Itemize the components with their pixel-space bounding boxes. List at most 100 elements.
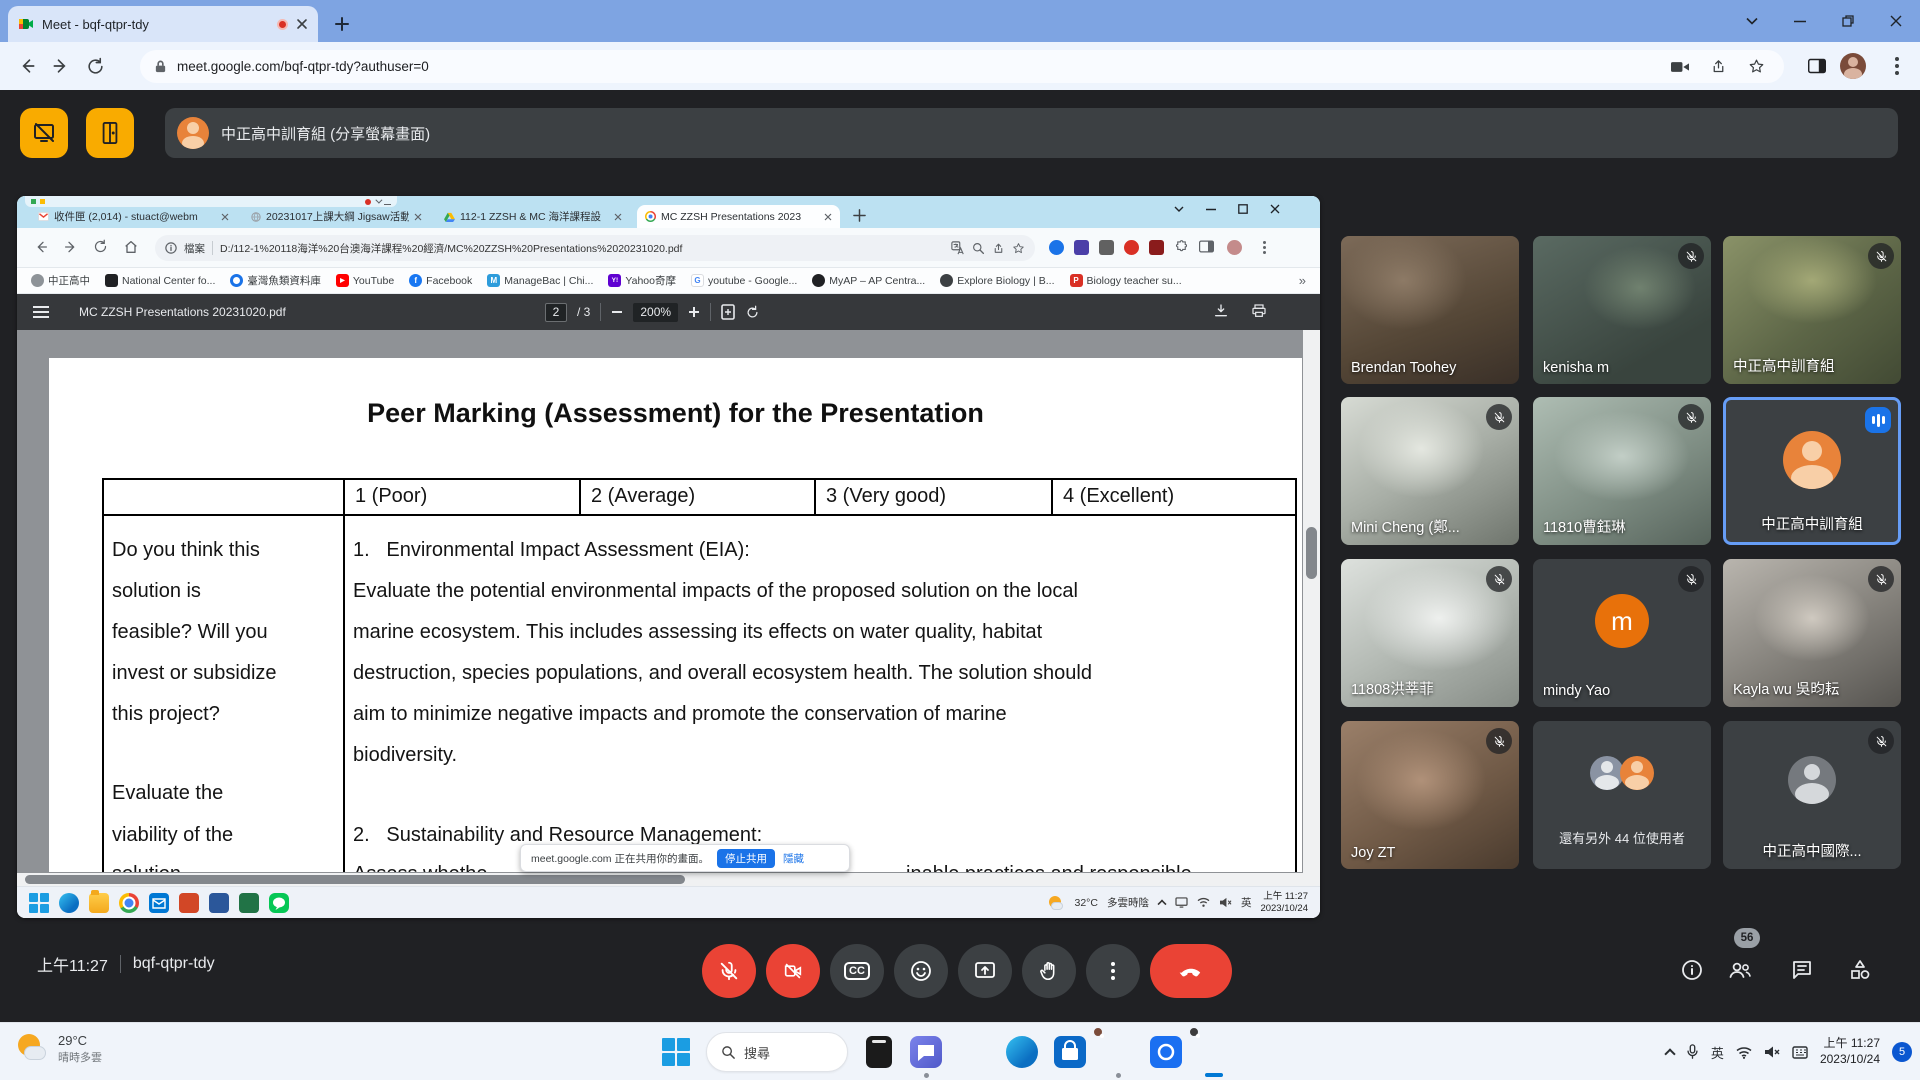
inner-home-button[interactable] [123, 239, 141, 257]
bookmark-item[interactable]: PBiology teacher su... [1070, 274, 1182, 287]
extension-icon[interactable] [1099, 240, 1114, 255]
participant-tile[interactable]: kenisha m [1533, 236, 1711, 384]
taskbar-phone-icon[interactable] [866, 1036, 892, 1068]
meeting-details-button[interactable] [1678, 956, 1706, 984]
browser-menu-icon[interactable] [1880, 49, 1914, 83]
present-button[interactable] [958, 944, 1012, 998]
chat-button[interactable] [1788, 956, 1816, 984]
share-icon[interactable] [1704, 53, 1732, 81]
bookmarks-overflow-chevron[interactable]: » [1299, 273, 1306, 288]
inner-tab-drive[interactable]: 112-1 ZZSH & MC 海洋課程設 [436, 205, 630, 228]
activities-button[interactable] [1846, 956, 1874, 984]
more-participants-tile[interactable]: 還有另外 44 位使用者 [1533, 721, 1711, 869]
camera-toggle-button[interactable] [766, 944, 820, 998]
taskbar-chat-icon[interactable] [910, 1036, 942, 1068]
address-bar[interactable]: meet.google.com/bqf-qtpr-tdy?authuser=0 [140, 50, 1784, 83]
inner-browser-menu-icon[interactable] [1257, 240, 1272, 255]
taskbar-edge-icon[interactable] [1006, 1036, 1038, 1068]
forward-button[interactable] [44, 49, 78, 83]
download-icon[interactable] [1213, 303, 1229, 319]
inner-mail-icon[interactable] [149, 893, 169, 913]
wifi-icon[interactable] [1736, 1046, 1752, 1059]
stop-sharing-button[interactable]: 停止共用 [717, 849, 775, 868]
participant-tile[interactable]: Mini Cheng (鄭... [1341, 397, 1519, 545]
volume-muted-icon[interactable] [1764, 1045, 1780, 1059]
rotate-icon[interactable] [745, 305, 760, 320]
inner-profile-avatar[interactable] [1227, 240, 1242, 255]
fit-page-icon[interactable] [721, 304, 735, 320]
browser-tab-meet[interactable]: Meet - bqf-qtpr-tdy [8, 6, 318, 42]
window-restore-button[interactable] [1824, 0, 1872, 42]
participant-tile[interactable]: 11810曹鈺琳 [1533, 397, 1711, 545]
leave-call-button[interactable] [1150, 944, 1232, 998]
back-button[interactable] [10, 49, 44, 83]
participant-tile[interactable]: Kayla wu 吳昀耘 [1723, 559, 1901, 707]
participant-tile[interactable]: m mindy Yao [1533, 559, 1711, 707]
inner-wifi-icon[interactable] [1197, 897, 1210, 908]
tray-mic-icon[interactable] [1686, 1044, 1699, 1060]
participant-tile[interactable]: 中正高中國際... [1723, 721, 1901, 869]
extensions-puzzle-icon[interactable] [1174, 240, 1189, 255]
taskbar-clock[interactable]: 上午 11:272023/10/24 [1820, 1036, 1880, 1067]
notification-count-badge[interactable]: 5 [1892, 1042, 1912, 1062]
inner-reload-button[interactable] [93, 239, 111, 257]
bookmark-item[interactable]: Gyoutube - Google... [691, 274, 797, 287]
bookmark-item[interactable]: Explore Biology | B... [940, 274, 1054, 287]
taskbar-weather-widget[interactable]: 29°C晴時多雲 [16, 1032, 102, 1066]
inner-edge-icon[interactable] [59, 893, 79, 913]
bookmark-item[interactable]: fFacebook [409, 274, 472, 287]
taskbar-photos-icon[interactable] [1150, 1036, 1182, 1068]
tab-close-icon[interactable] [296, 18, 308, 30]
inner-volume-muted-icon[interactable] [1219, 897, 1232, 908]
inner-new-tab-button[interactable] [853, 209, 866, 222]
touch-keyboard-icon[interactable] [1792, 1046, 1808, 1059]
inner-maximize-button[interactable] [1238, 204, 1248, 214]
inner-tab-pdf-active[interactable]: MC ZZSH Presentations 2023 [637, 205, 840, 228]
scrollbar-thumb[interactable] [1306, 527, 1317, 579]
camera-permission-icon[interactable] [1666, 53, 1694, 81]
zoom-out-icon[interactable] [611, 306, 623, 318]
inner-powerpoint-icon[interactable] [179, 893, 199, 913]
participant-tile-presenter[interactable]: 中正高中訓育組 [1723, 397, 1901, 545]
inner-tab-gmail[interactable]: 收件匣 (2,014) - stuact@webm [30, 205, 237, 228]
translate-icon[interactable] [951, 241, 965, 255]
inner-tab-doc[interactable]: 20231017上課大綱 Jigsaw活動 [243, 205, 430, 228]
print-icon[interactable] [1251, 303, 1267, 319]
tray-chevron-icon[interactable] [1664, 1048, 1675, 1059]
inner-menu-chevron-icon[interactable] [1174, 206, 1184, 213]
inner-tray-chevron-icon[interactable] [1157, 899, 1166, 908]
tab-close-icon[interactable] [414, 213, 422, 221]
leave-room-button[interactable] [86, 108, 134, 158]
inner-file-explorer-icon[interactable] [89, 893, 109, 913]
new-tab-button[interactable] [330, 12, 354, 36]
reactions-button[interactable] [894, 944, 948, 998]
taskbar-store-icon[interactable] [1054, 1036, 1086, 1068]
pdf-zoom-level[interactable]: 200% [633, 303, 678, 322]
vertical-scrollbar[interactable] [1303, 330, 1320, 886]
pdf-page-input[interactable]: 2 [545, 303, 567, 322]
zoom-in-icon[interactable] [688, 306, 700, 318]
participant-tile[interactable]: Joy ZT [1341, 721, 1519, 869]
inner-side-panel-icon[interactable] [1199, 240, 1214, 255]
inner-excel-icon[interactable] [239, 893, 259, 913]
bookmark-item[interactable]: MyAP – AP Centra... [812, 274, 925, 287]
inner-start-button[interactable] [29, 893, 49, 913]
people-button[interactable] [1726, 956, 1754, 984]
inner-back-button[interactable] [33, 239, 51, 257]
language-indicator[interactable]: 英 [1711, 1043, 1724, 1062]
share-icon[interactable] [992, 242, 1005, 255]
presenting-warning-button[interactable] [20, 108, 68, 158]
reload-button[interactable] [78, 49, 112, 83]
scrollbar-thumb[interactable] [25, 875, 685, 884]
side-panel-icon[interactable] [1800, 49, 1834, 83]
extension-icon[interactable] [1149, 240, 1164, 255]
bookmark-star-icon[interactable] [1012, 242, 1025, 255]
zoom-icon[interactable] [972, 242, 985, 255]
window-minimize-button[interactable] [1776, 0, 1824, 42]
extension-icon[interactable] [1074, 240, 1089, 255]
profile-avatar[interactable] [1840, 53, 1866, 79]
inner-chrome-icon[interactable] [119, 893, 139, 913]
tab-close-icon[interactable] [221, 213, 229, 221]
inner-word-icon[interactable] [209, 893, 229, 913]
bookmark-item[interactable]: 中正高中 [31, 273, 90, 288]
